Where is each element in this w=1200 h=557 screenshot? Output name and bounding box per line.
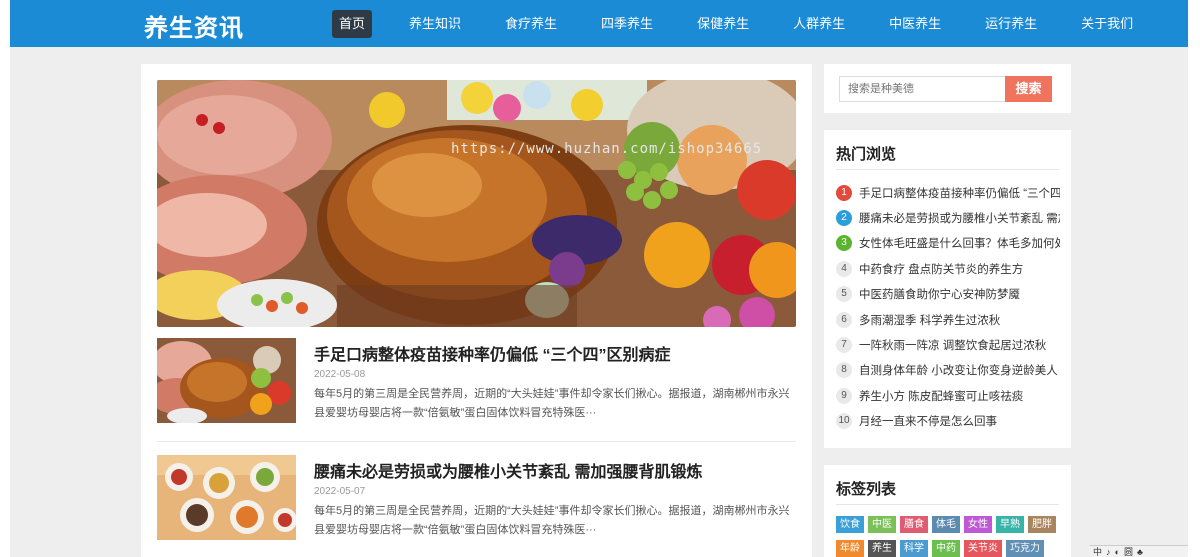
tag-link[interactable]: 中药	[932, 540, 960, 557]
article-item: 腰痛未必是劳损或为腰椎小关节紊乱 需加强腰背肌锻炼 2022-05-07 每年5…	[157, 455, 796, 557]
card-divider	[836, 504, 1059, 505]
tag-link[interactable]: 肥胖	[1028, 516, 1056, 533]
article-thumbnail[interactable]	[157, 455, 296, 540]
tag-link[interactable]: 体毛	[932, 516, 960, 533]
rank-badge: 8	[836, 362, 852, 379]
nav-item-home[interactable]: 首页	[332, 10, 373, 38]
rank-badge: 4	[836, 260, 852, 277]
banner-food-illustration	[157, 80, 796, 327]
hot-article-link[interactable]: 养生小方 陈皮配蜂蜜可止咳祛痰	[859, 388, 1023, 404]
list-item[interactable]: 1 手足口病整体疫苗接种率仍偏低 “三个四”	[836, 180, 1060, 205]
nav-item-about[interactable]: 关于我们	[1074, 10, 1140, 38]
nav-item-tcm[interactable]: 中医养生	[882, 10, 948, 38]
page-left-edge	[0, 0, 10, 557]
rank-badge: 10	[836, 413, 852, 430]
hot-article-link[interactable]: 手足口病整体疫苗接种率仍偏低 “三个四”	[859, 185, 1060, 201]
tag-link[interactable]: 女性	[964, 516, 992, 533]
tag-link[interactable]: 年龄	[836, 540, 864, 557]
search-button[interactable]: 搜索	[1005, 76, 1052, 102]
article-thumbnail[interactable]	[157, 338, 296, 423]
system-tray: 中 ♪ ◐ 圆 ♣	[1090, 545, 1188, 557]
tag-list: 饮食 中医 膳食 体毛 女性 早熟 肥胖 年龄 养生 科学 中药 关节炎 巧克力	[836, 516, 1060, 557]
list-item[interactable]: 6 多雨潮湿季 科学养生过浓秋	[836, 307, 1060, 332]
site-header: 养生资讯 首页 养生知识 食疗养生 四季养生 保健养生 人群养生 中医养生 运行…	[10, 0, 1188, 47]
tag-link[interactable]: 养生	[868, 540, 896, 557]
tag-link[interactable]: 科学	[900, 540, 928, 557]
article-title[interactable]: 手足口病整体疫苗接种率仍偏低 “三个四”区别病症	[314, 341, 670, 365]
hot-articles-title: 热门浏览	[836, 146, 897, 163]
tags-card: 标签列表 饮食 中医 膳食 体毛 女性 早熟 肥胖 年龄 养生 科学 中药 关节…	[824, 465, 1071, 557]
article-summary: 每年5月的第三周是全民营养周，近期的“大头娃娃”事件却令家长们揪心。据报道，湖南…	[314, 388, 790, 419]
ime-indicator-icon[interactable]: 中	[1093, 546, 1102, 557]
rank-badge: 9	[836, 387, 852, 404]
thumbnail-dishes-illustration	[157, 455, 296, 540]
thumbnail-food-illustration	[157, 338, 296, 423]
tag-link[interactable]: 膳食	[900, 516, 928, 533]
hot-article-link[interactable]: 一阵秋雨一阵凉 调整饮食起居过浓秋	[859, 337, 1046, 353]
rank-badge: 5	[836, 286, 852, 303]
search-card: 搜索	[824, 64, 1071, 113]
article-date: 2022-05-08	[314, 369, 366, 380]
app-icon[interactable]: 圆	[1124, 546, 1133, 557]
tag-link[interactable]: 中医	[868, 516, 896, 533]
nav-item-healthcare[interactable]: 保健养生	[690, 10, 756, 38]
list-item[interactable]: 2 腰痛未必是劳损或为腰椎小关节紊乱 需加	[836, 205, 1060, 230]
list-item[interactable]: 10 月经一直来不停是怎么回事	[836, 409, 1060, 434]
main-nav: 首页 养生知识 食疗养生 四季养生 保健养生 人群养生 中医养生 运行养生 关于…	[332, 10, 1170, 38]
page-right-edge	[1188, 0, 1200, 557]
hot-articles-card: 热门浏览 1 手足口病整体疫苗接种率仍偏低 “三个四” 2 腰痛未必是劳损或为腰椎小…	[824, 130, 1071, 448]
tag-link[interactable]: 早熟	[996, 516, 1024, 533]
rank-badge: 7	[836, 337, 852, 354]
banner-image[interactable]: https://www.huzhan.com/ishop34665	[157, 80, 796, 327]
search-input[interactable]	[839, 76, 1006, 102]
hot-article-link[interactable]: 自测身体年龄 小改变让你变身逆龄美人	[859, 362, 1058, 378]
hot-article-link[interactable]: 女性体毛旺盛是什么回事？体毛多加何处	[859, 235, 1060, 251]
hot-article-link[interactable]: 中药食疗 盘点防关节炎的养生方	[859, 261, 1023, 277]
list-item[interactable]: 8 自测身体年龄 小改变让你变身逆龄美人	[836, 358, 1060, 383]
list-item[interactable]: 5 中医药膳食助你宁心安神防梦魇	[836, 282, 1060, 307]
hot-article-link[interactable]: 中医药膳食助你宁心安神防梦魇	[859, 286, 1020, 302]
nav-item-diet[interactable]: 食疗养生	[498, 10, 564, 38]
tool-icon[interactable]: ♣	[1137, 546, 1143, 557]
tags-title: 标签列表	[836, 481, 897, 498]
rank-badge: 6	[836, 311, 852, 328]
list-item[interactable]: 3 女性体毛旺盛是什么回事？体毛多加何处	[836, 231, 1060, 256]
tag-link[interactable]: 巧克力	[1006, 540, 1044, 557]
rank-badge: 2	[836, 210, 852, 227]
rank-badge: 1	[836, 184, 852, 201]
moon-icon[interactable]: ◐	[1115, 546, 1120, 557]
article-title[interactable]: 腰痛未必是劳损或为腰椎小关节紊乱 需加强腰背肌锻炼	[314, 458, 702, 482]
rank-badge: 3	[836, 235, 852, 252]
tag-link[interactable]: 关节炎	[964, 540, 1002, 557]
audio-icon[interactable]: ♪	[1106, 546, 1111, 557]
nav-item-seasons[interactable]: 四季养生	[594, 10, 660, 38]
list-item[interactable]: 7 一阵秋雨一阵凉 调整饮食起居过浓秋	[836, 332, 1060, 357]
main-content: https://www.huzhan.com/ishop34665 手足口病整体…	[141, 64, 812, 557]
hot-articles-list: 1 手足口病整体疫苗接种率仍偏低 “三个四” 2 腰痛未必是劳损或为腰椎小关节紊乱 …	[836, 180, 1060, 434]
hot-article-link[interactable]: 多雨潮湿季 科学养生过浓秋	[859, 312, 1000, 328]
article-summary: 每年5月的第三周是全民营养周，近期的“大头娃娃”事件却令家长们揪心。据报道，湖南…	[314, 505, 790, 536]
banner-watermark: https://www.huzhan.com/ishop34665	[451, 141, 763, 157]
article-item: 手足口病整体疫苗接种率仍偏低 “三个四”区别病症 2022-05-08 每年5月…	[157, 338, 796, 442]
hot-article-link[interactable]: 月经一直来不停是怎么回事	[859, 413, 997, 429]
nav-item-knowledge[interactable]: 养生知识	[402, 10, 468, 38]
hot-article-link[interactable]: 腰痛未必是劳损或为腰椎小关节紊乱 需加	[859, 210, 1060, 226]
nav-item-groups[interactable]: 人群养生	[786, 10, 852, 38]
tag-link[interactable]: 饮食	[836, 516, 864, 533]
card-divider	[836, 169, 1059, 170]
nav-item-exercise[interactable]: 运行养生	[978, 10, 1044, 38]
list-item[interactable]: 9 养生小方 陈皮配蜂蜜可止咳祛痰	[836, 383, 1060, 408]
list-item[interactable]: 4 中药食疗 盘点防关节炎的养生方	[836, 256, 1060, 281]
site-logo[interactable]: 养生资讯	[144, 8, 244, 43]
article-date: 2022-05-07	[314, 486, 366, 497]
